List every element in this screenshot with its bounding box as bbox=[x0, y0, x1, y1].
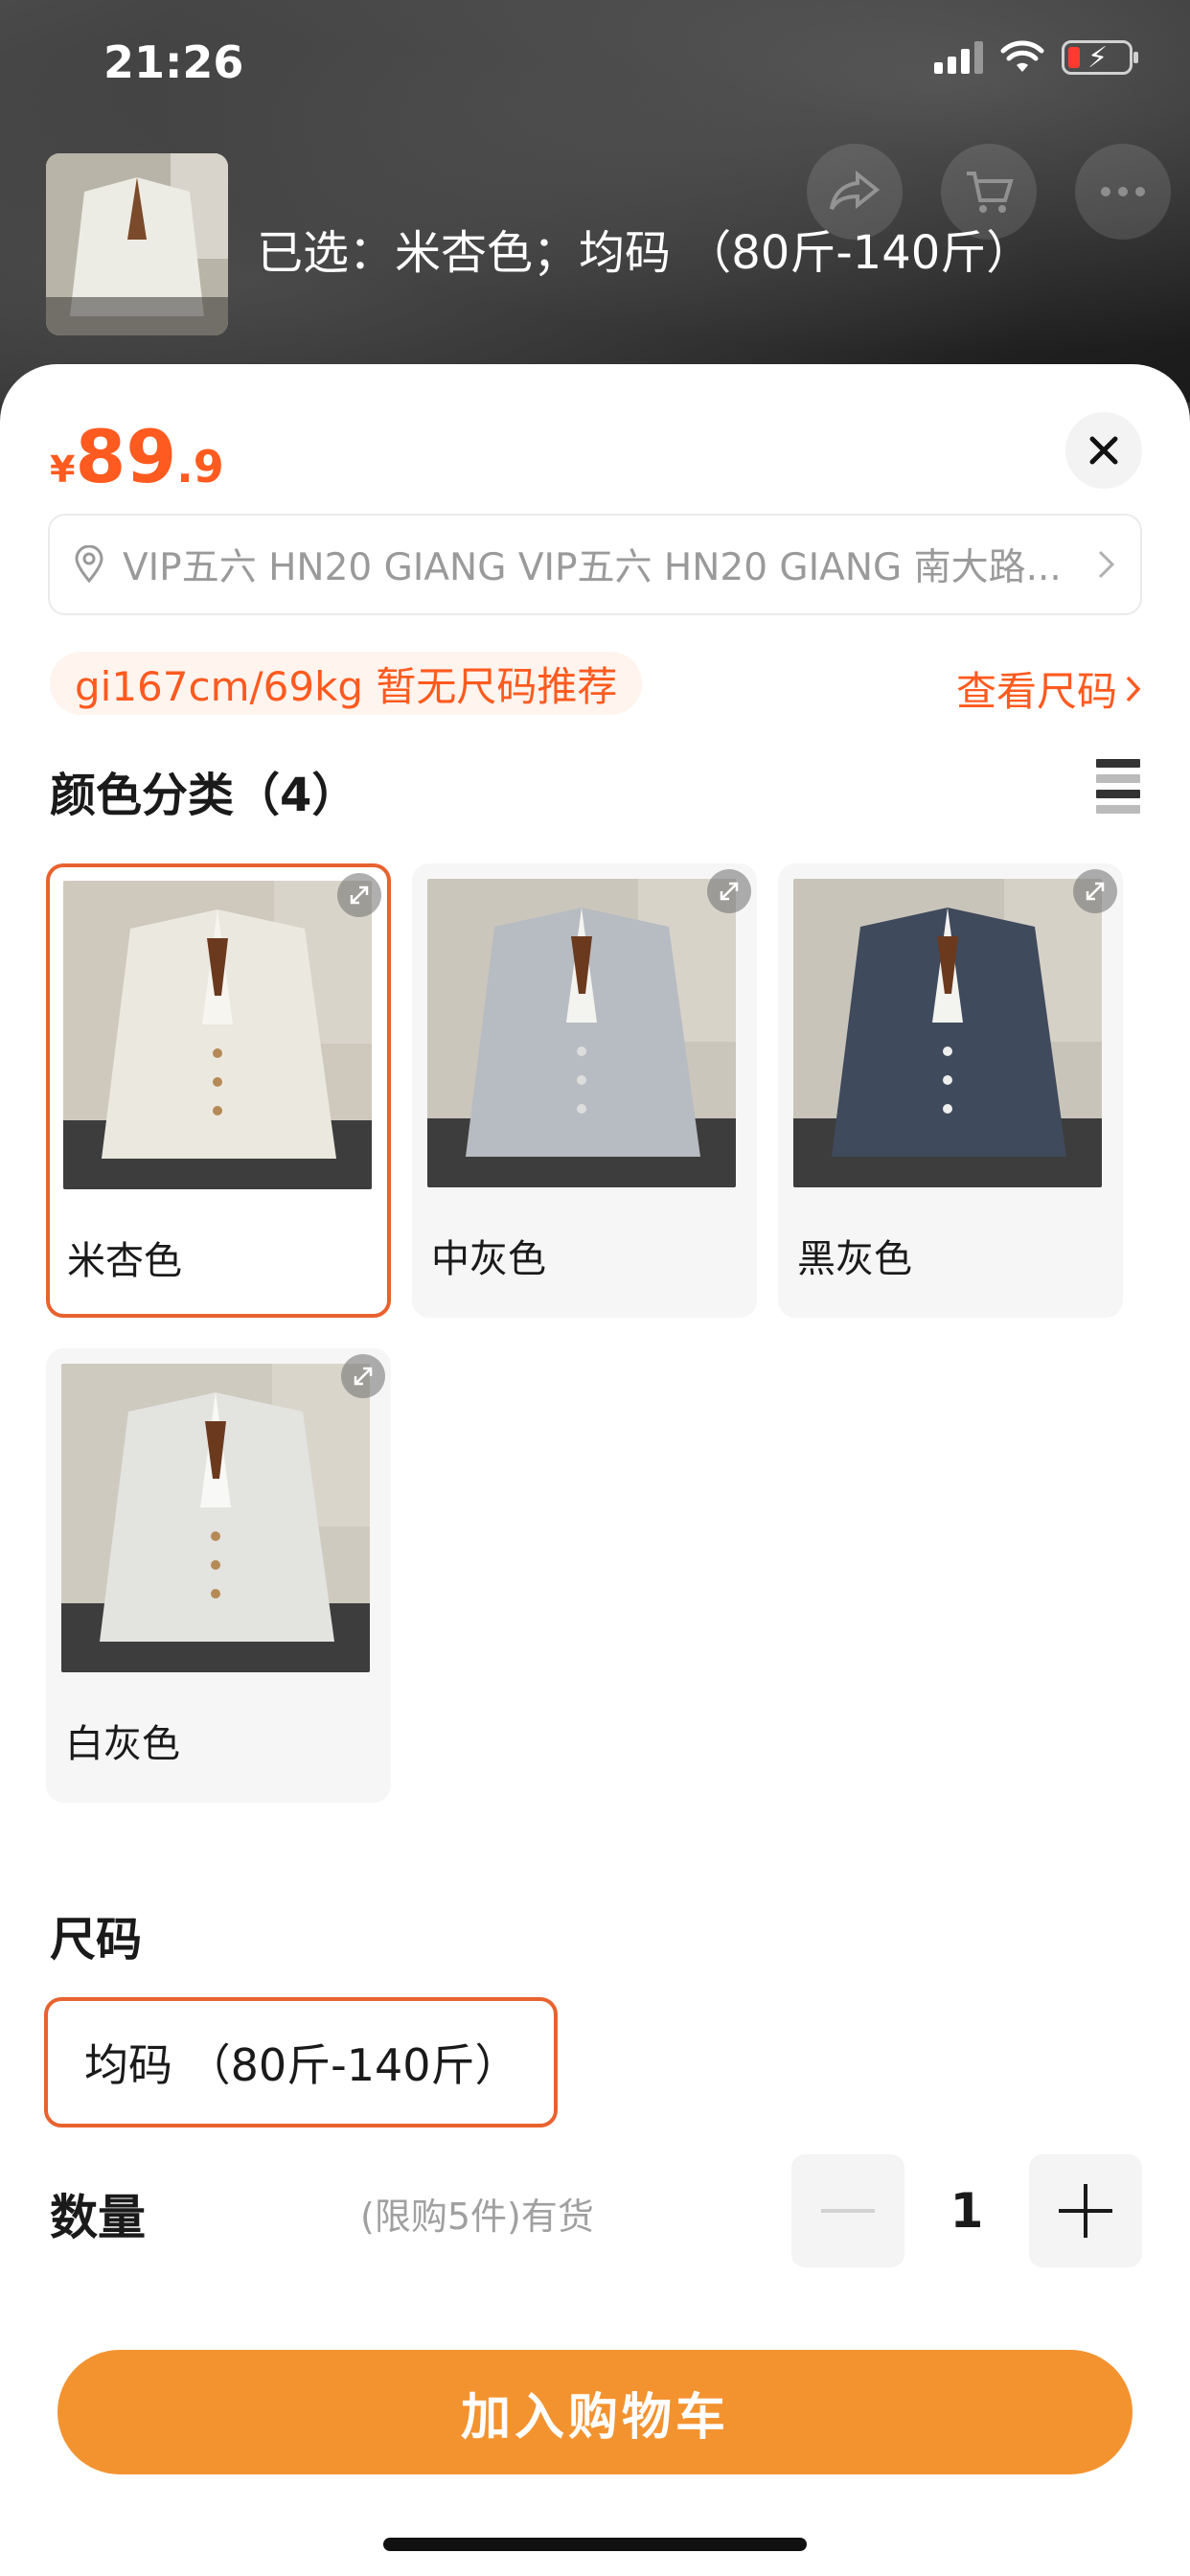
color-option-card[interactable]: 米杏色 bbox=[46, 863, 391, 1318]
expand-image-icon[interactable] bbox=[1073, 869, 1117, 913]
quantity-stock-note: (限购5件)有货 bbox=[360, 2196, 594, 2238]
color-option-label: 白灰色 bbox=[65, 1722, 180, 1766]
plus-icon bbox=[1059, 2184, 1112, 2238]
expand-image-icon[interactable] bbox=[341, 1354, 385, 1398]
quantity-label: 数量 bbox=[50, 2190, 146, 2245]
view-size-chart-label: 查看尺码 bbox=[955, 668, 1117, 715]
view-size-chart-link[interactable]: 查看尺码 bbox=[956, 659, 1142, 718]
price-decimal: .9 bbox=[176, 441, 224, 493]
cellular-signal-icon bbox=[934, 41, 983, 74]
add-to-cart-button[interactable]: 加入购物车 bbox=[57, 2350, 1133, 2474]
color-option-label: 中灰色 bbox=[431, 1237, 546, 1281]
wifi-icon bbox=[1000, 40, 1044, 72]
color-option-label: 黑灰色 bbox=[797, 1237, 912, 1281]
color-option-image bbox=[793, 879, 1102, 1187]
size-option-label: 均码 （80斤-140斤） bbox=[84, 2039, 519, 2091]
chevron-right-icon bbox=[1098, 550, 1115, 579]
size-option[interactable]: 均码 （80斤-140斤） bbox=[44, 1997, 558, 2128]
close-button[interactable] bbox=[1065, 412, 1142, 489]
status-icons: ⚡ bbox=[934, 40, 1138, 75]
color-option-image bbox=[61, 1364, 370, 1672]
size-recommendation: gi167cm/69kg 暂无尺码推荐 bbox=[50, 652, 643, 715]
close-icon bbox=[1089, 436, 1118, 465]
status-bar: 21:26 ⚡ bbox=[0, 0, 1190, 125]
expand-image-icon[interactable] bbox=[707, 869, 751, 913]
battery-icon: ⚡ bbox=[1062, 40, 1138, 75]
color-option-label: 米杏色 bbox=[67, 1239, 182, 1283]
selected-sku-thumbnail[interactable] bbox=[46, 153, 228, 335]
address-text: VIP五六 HN20 GIANG VIP五六 HN20 GIANG 南大路... bbox=[123, 546, 1062, 589]
quantity-increase-button[interactable] bbox=[1029, 2154, 1142, 2267]
expand-image-icon[interactable] bbox=[337, 873, 381, 917]
color-option-image bbox=[427, 879, 736, 1187]
sku-sheet: ¥ 89 .9 VIP五六 HN20 GIANG VIP五六 HN20 GIAN… bbox=[0, 364, 1190, 2576]
home-indicator[interactable] bbox=[383, 2538, 807, 2551]
color-option-card[interactable]: 黑灰色 bbox=[778, 863, 1123, 1318]
size-section-title: 尺码 bbox=[50, 1913, 143, 1966]
status-time: 21:26 bbox=[103, 36, 244, 88]
color-option-image bbox=[63, 881, 372, 1189]
price-currency: ¥ bbox=[50, 448, 76, 491]
minus-icon bbox=[821, 2209, 875, 2213]
address-selector[interactable]: VIP五六 HN20 GIANG VIP五六 HN20 GIANG 南大路... bbox=[48, 514, 1142, 615]
location-pin-icon bbox=[75, 545, 103, 584]
selected-summary: 已选：米杏色；均码 （80斤-140斤） bbox=[257, 226, 1033, 280]
more-icon bbox=[1075, 144, 1171, 240]
quantity-value[interactable]: 1 bbox=[904, 2154, 1029, 2267]
chevron-right-icon bbox=[1126, 676, 1141, 702]
color-section-title: 颜色分类（4） bbox=[50, 769, 358, 822]
quantity-decrease-button[interactable] bbox=[791, 2154, 904, 2267]
color-option-card[interactable]: 中灰色 bbox=[412, 863, 757, 1318]
price: ¥ 89 .9 bbox=[50, 414, 224, 499]
view-mode-toggle-icon[interactable] bbox=[1096, 759, 1140, 814]
color-option-card[interactable]: 白灰色 bbox=[46, 1348, 391, 1803]
sku-selector-screen: 21:26 ⚡ 已选：米杏色；均码 （80斤-140斤） ¥ 89 .9 VIP… bbox=[0, 0, 1190, 2576]
price-integer: 89 bbox=[75, 414, 177, 499]
